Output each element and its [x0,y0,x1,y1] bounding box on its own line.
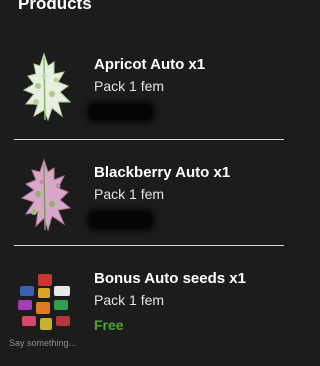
product-name: Blackberry Auto x1 [94,164,231,181]
product-name: Apricot Auto x1 [94,56,206,73]
product-pack: Pack 1 fem [94,292,165,308]
divider [14,139,284,140]
divider [14,245,284,246]
product-price-free: Free [94,317,124,333]
product-price-redacted [90,212,152,228]
product-name: Bonus Auto seeds x1 [94,270,246,287]
product-price-redacted [90,104,152,120]
product-image-blackberry [14,154,76,234]
product-item-blackberry[interactable]: Blackberry Auto x1 Pack 1 fem [0,146,300,250]
chat-input-placeholder[interactable]: Say something... [9,338,76,348]
product-image-bonus-seeds [14,260,76,340]
page-title: Products [18,0,92,13]
product-image-apricot [14,46,76,126]
product-pack: Pack 1 fem [94,186,165,202]
product-pack: Pack 1 fem [94,78,165,94]
product-item-apricot[interactable]: Apricot Auto x1 Pack 1 fem [0,38,300,142]
